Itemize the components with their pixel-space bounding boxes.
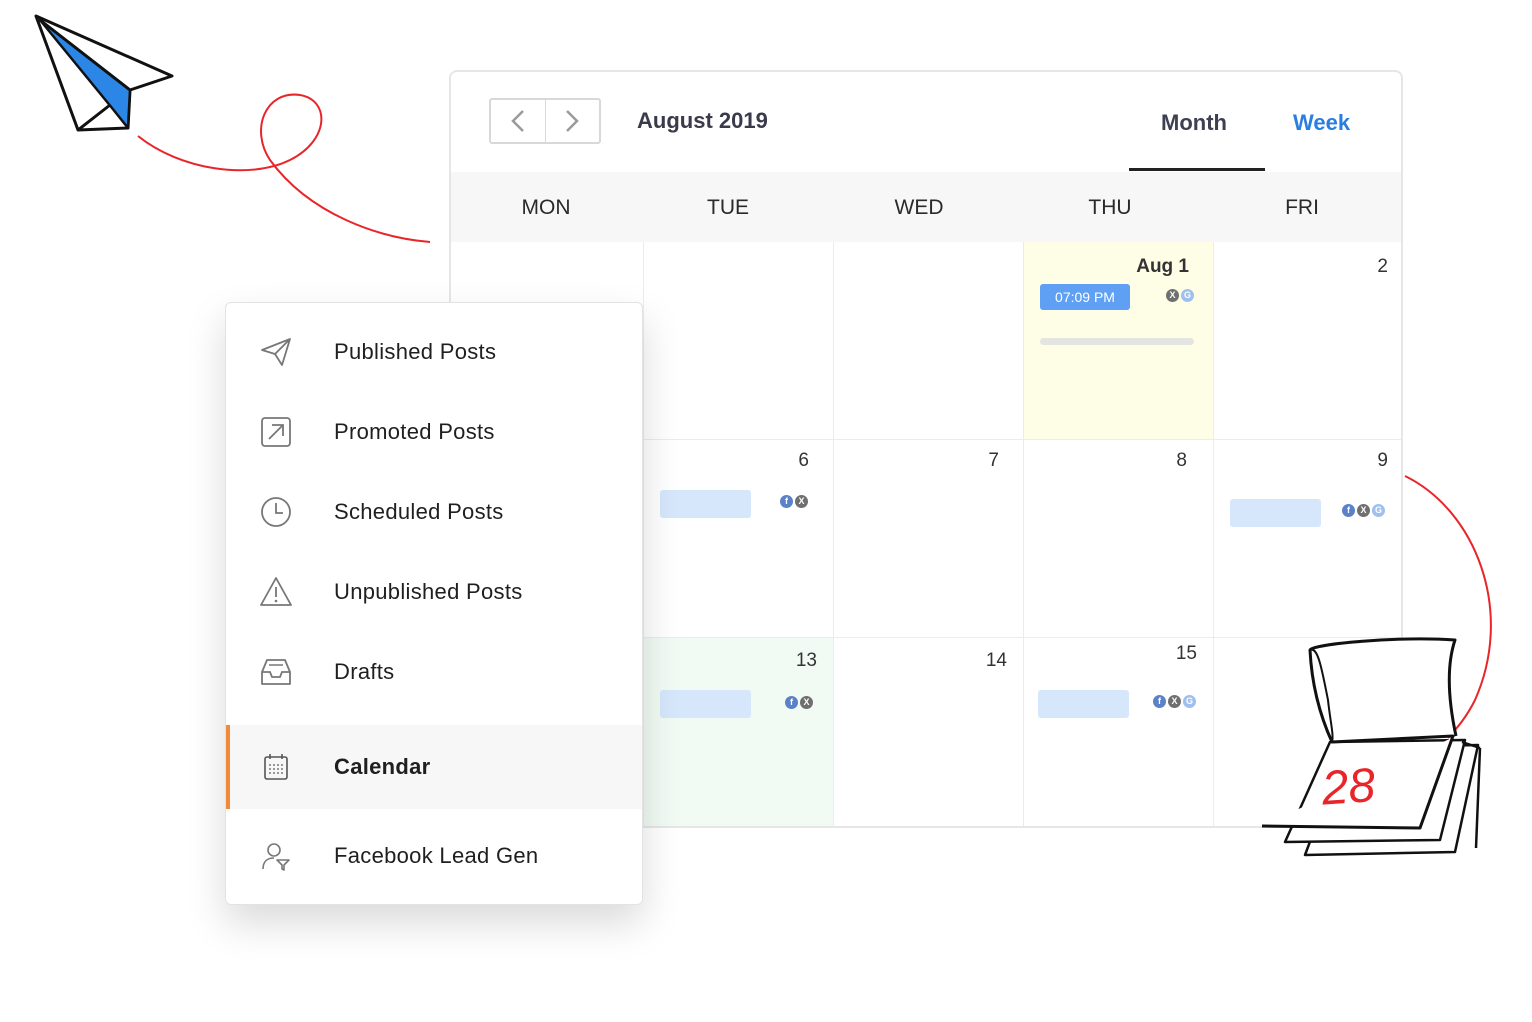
menu-item-label: Scheduled Posts: [334, 499, 504, 524]
tab-month[interactable]: Month: [1161, 110, 1227, 136]
weekday-tue: TUE: [707, 196, 749, 219]
tab-week[interactable]: Week: [1293, 110, 1350, 136]
menu-item-label: Promoted Posts: [334, 419, 495, 444]
post-pill[interactable]: [1230, 499, 1321, 527]
arrow-up-right-icon: [261, 417, 291, 447]
google-icon: G: [1183, 695, 1196, 708]
weekday-mon: MON: [521, 196, 571, 219]
post-preview-bar: [1040, 338, 1194, 345]
day-cell-thu-w3[interactable]: 15 f X G: [1024, 638, 1214, 826]
weekday-fri: FRI: [1285, 196, 1319, 219]
day-cell-tue-w1[interactable]: [644, 242, 834, 440]
x-twitter-icon: X: [1357, 504, 1370, 517]
facebook-icon: f: [785, 696, 798, 709]
day-number: 15: [1175, 643, 1197, 664]
x-twitter-icon: X: [1168, 695, 1181, 708]
day-cell-fri-w2[interactable]: 9 f X G: [1214, 440, 1401, 638]
post-pill[interactable]: [660, 690, 751, 718]
post-pill[interactable]: [660, 490, 751, 518]
day-cell-thu-w1[interactable]: Aug 1 07:09 PM X G: [1024, 242, 1214, 440]
paper-plane-icon: [34, 14, 174, 132]
network-icons: f X: [785, 696, 813, 709]
day-number: 8: [1176, 450, 1187, 471]
google-icon: G: [1181, 289, 1194, 302]
day-number: 13: [795, 650, 817, 671]
calendar-header: August 2019 Month Week: [451, 72, 1401, 173]
month-nav: [489, 98, 601, 144]
menu-item-scheduled-posts[interactable]: Scheduled Posts: [226, 473, 642, 551]
tear-off-calendar-doodle: 28: [1261, 637, 1482, 857]
facebook-icon: f: [1342, 504, 1355, 517]
google-icon: G: [1372, 504, 1385, 517]
day-number: 9: [1377, 450, 1388, 471]
network-icons: f X G: [1153, 695, 1196, 708]
x-twitter-icon: X: [795, 495, 808, 508]
day-cell-tue-w2[interactable]: 6 f X: [644, 440, 834, 638]
menu-item-drafts[interactable]: Drafts: [226, 633, 642, 711]
day-cell-wed-w2[interactable]: 7: [834, 440, 1024, 638]
menu-item-label: Facebook Lead Gen: [334, 843, 539, 868]
day-cell-fri-w1[interactable]: 2: [1214, 242, 1401, 440]
active-tab-indicator: [1129, 168, 1265, 171]
day-number: 7: [988, 450, 999, 471]
menu-item-published-posts[interactable]: Published Posts: [226, 313, 642, 391]
weekday-header-row: MON TUE WED THU FRI: [451, 172, 1401, 242]
prev-month-button[interactable]: [491, 100, 545, 142]
weekday-thu: THU: [1088, 196, 1132, 219]
network-icons: X G: [1166, 289, 1194, 302]
inbox-tray-icon: [261, 659, 291, 685]
day-number: Aug 1: [1136, 256, 1189, 277]
menu-item-label: Unpublished Posts: [334, 579, 523, 604]
scheduled-time-badge[interactable]: 07:09 PM: [1040, 284, 1130, 310]
clock-icon: [261, 497, 291, 527]
warning-icon: [260, 577, 292, 606]
menu-item-label: Published Posts: [334, 339, 497, 364]
paper-plane-icon: [261, 338, 291, 366]
day-cell-wed-w1[interactable]: [834, 242, 1024, 440]
day-number: 2: [1377, 256, 1388, 277]
menu-item-label: Calendar: [334, 754, 431, 779]
menu-item-facebook-lead-gen[interactable]: Facebook Lead Gen: [226, 817, 642, 895]
next-month-button[interactable]: [544, 100, 600, 142]
calendar-page-number: 28: [1319, 759, 1377, 816]
month-title: August 2019: [637, 108, 768, 133]
user-filter-icon: [262, 843, 290, 871]
day-number: 14: [985, 650, 1007, 671]
menu-item-promoted-posts[interactable]: Promoted Posts: [226, 393, 642, 471]
day-cell-thu-w2[interactable]: 8: [1024, 440, 1214, 638]
menu-item-calendar[interactable]: Calendar: [226, 725, 642, 809]
chevron-left-icon: [510, 110, 524, 132]
post-pill[interactable]: [1038, 690, 1129, 718]
menu-item-unpublished-posts[interactable]: Unpublished Posts: [226, 553, 642, 631]
network-icons: f X: [780, 495, 808, 508]
day-cell-wed-w3[interactable]: 14: [834, 638, 1024, 826]
calendar-icon: [264, 754, 288, 780]
chevron-right-icon: [566, 110, 580, 132]
day-cell-tue-w3[interactable]: 13 f X: [644, 638, 834, 826]
post-status-menu: Published Posts Promoted Posts Scheduled…: [225, 302, 643, 905]
day-number: 6: [798, 450, 809, 471]
facebook-icon: f: [1153, 695, 1166, 708]
menu-item-label: Drafts: [334, 659, 395, 684]
x-twitter-icon: X: [800, 696, 813, 709]
facebook-icon: f: [780, 495, 793, 508]
weekday-wed: WED: [894, 196, 944, 219]
red-thread-top: [137, 93, 431, 243]
network-icons: f X G: [1342, 504, 1385, 517]
x-twitter-icon: X: [1166, 289, 1179, 302]
